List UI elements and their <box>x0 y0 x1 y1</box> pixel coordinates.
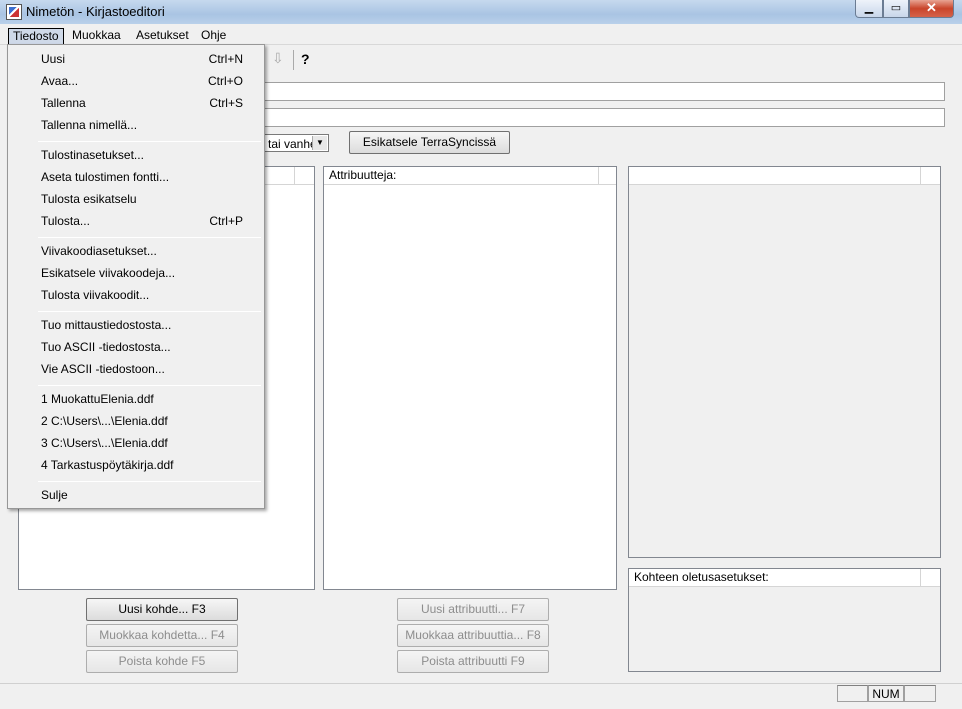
menu-item-recent-3[interactable]: 3 C:\Users\...\Elenia.ddf <box>9 432 263 454</box>
menu-separator <box>38 481 261 482</box>
attribute-detail-list[interactable] <box>628 166 941 558</box>
menu-item-avaa[interactable]: Avaa... Ctrl+O <box>9 70 263 92</box>
status-cell-scroll <box>904 685 936 702</box>
menu-tiedosto[interactable]: Tiedosto <box>8 28 64 45</box>
window-title: Nimetön - Kirjastoeditori <box>26 4 165 19</box>
defaults-header-column[interactable] <box>920 569 940 586</box>
menu-separator <box>38 141 261 142</box>
new-feature-button[interactable]: Uusi kohde... F3 <box>86 598 238 621</box>
menu-item-viivakoodiasetukset[interactable]: Viivakoodiasetukset... <box>9 240 263 262</box>
menu-item-vie-ascii[interactable]: Vie ASCII -tiedostoon... <box>9 358 263 380</box>
name-field[interactable] <box>262 82 945 101</box>
delete-feature-button[interactable]: Poista kohde F5 <box>86 650 238 673</box>
toolbar-separator <box>293 50 294 70</box>
menu-item-tuo-mittaustiedostosta[interactable]: Tuo mittaustiedostosta... <box>9 314 263 336</box>
attributes-header-column[interactable] <box>598 167 616 184</box>
menu-ohje[interactable]: Ohje <box>197 28 230 45</box>
menu-item-tulostinasetukset[interactable]: Tulostinasetukset... <box>9 144 263 166</box>
menu-muokkaa[interactable]: Muokkaa <box>68 28 125 45</box>
delete-attribute-button[interactable]: Poista attribuutti F9 <box>397 650 549 673</box>
menu-item-tallenna-nimella[interactable]: Tallenna nimellä... <box>9 114 263 136</box>
attributes-list[interactable]: Attribuutteja: <box>323 166 617 590</box>
help-icon[interactable]: ? <box>301 51 315 67</box>
preview-terrasync-button[interactable]: Esikatsele TerraSyncissä <box>349 131 510 154</box>
app-icon <box>6 4 22 20</box>
menu-separator <box>38 385 261 386</box>
move-down-icon[interactable]: ⇩ <box>272 50 284 67</box>
chevron-down-icon[interactable]: ▼ <box>312 136 327 150</box>
menu-item-recent-2[interactable]: 2 C:\Users\...\Elenia.ddf <box>9 410 263 432</box>
menu-item-esikatsele-viivakoodeja[interactable]: Esikatsele viivakoodeja... <box>9 262 263 284</box>
features-header-column[interactable] <box>294 167 314 184</box>
version-select-value: tai vanhe <box>268 137 317 151</box>
menu-item-tulosta-viivakoodit[interactable]: Tulosta viivakoodit... <box>9 284 263 306</box>
status-cell-caps <box>837 685 868 702</box>
defaults-header: Kohteen oletusasetukset: <box>629 569 940 587</box>
menu-item-tulostimen-fontti[interactable]: Aseta tulostimen fontti... <box>9 166 263 188</box>
description-field[interactable] <box>262 108 945 127</box>
maximize-button[interactable]: ▭ <box>883 0 909 18</box>
status-bar <box>0 683 962 709</box>
minimize-button[interactable]: ▁ <box>855 0 883 18</box>
menu-separator <box>38 311 261 312</box>
menu-item-recent-1[interactable]: 1 MuokattuElenia.ddf <box>9 388 263 410</box>
close-button[interactable]: ✕ <box>909 0 954 18</box>
feature-defaults-list[interactable]: Kohteen oletusasetukset: <box>628 568 941 672</box>
menu-item-tulosta[interactable]: Tulosta... Ctrl+P <box>9 210 263 232</box>
file-menu-dropdown: Uusi Ctrl+N Avaa... Ctrl+O Tallenna Ctrl+S … <box>7 44 265 509</box>
attributes-header: Attribuutteja: <box>324 167 616 185</box>
new-attribute-button[interactable]: Uusi attribuutti... F7 <box>397 598 549 621</box>
menu-separator <box>38 237 261 238</box>
status-num: NUM <box>868 685 904 702</box>
edit-attribute-button[interactable]: Muokkaa attribuuttia... F8 <box>397 624 549 647</box>
edit-feature-button[interactable]: Muokkaa kohdetta... F4 <box>86 624 238 647</box>
menu-item-sulje[interactable]: Sulje <box>9 484 263 506</box>
menu-item-tulosta-esikatselu[interactable]: Tulosta esikatselu <box>9 188 263 210</box>
menu-item-tuo-ascii[interactable]: Tuo ASCII -tiedostosta... <box>9 336 263 358</box>
detail-header-column[interactable] <box>920 167 940 184</box>
menu-item-uusi[interactable]: Uusi Ctrl+N <box>9 48 263 70</box>
detail-header <box>629 167 940 185</box>
menu-item-recent-4[interactable]: 4 Tarkastuspöytäkirja.ddf <box>9 454 263 476</box>
menu-item-tallenna[interactable]: Tallenna Ctrl+S <box>9 92 263 114</box>
menu-asetukset[interactable]: Asetukset <box>132 28 193 45</box>
